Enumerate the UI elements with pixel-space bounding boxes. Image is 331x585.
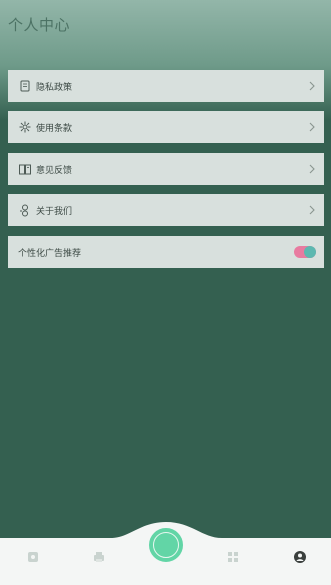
profile-icon[interactable]: [293, 550, 307, 564]
chevron-right-icon: [308, 164, 316, 174]
chevron-right-icon: [308, 122, 316, 132]
scan-button-ring: [153, 532, 179, 558]
bottom-tab-bar: [0, 518, 331, 585]
chevron-right-icon: [308, 81, 316, 91]
menu-item-feedback[interactable]: 意见反馈: [8, 153, 324, 185]
scan-button[interactable]: [149, 528, 183, 562]
chevron-right-icon: [308, 205, 316, 215]
toggle-knob: [304, 246, 316, 258]
menu-item-terms-of-use[interactable]: 使用条款: [8, 111, 324, 143]
personalized-ads-toggle[interactable]: [294, 246, 316, 258]
menu-item-privacy-policy[interactable]: 隐私政策: [8, 70, 324, 102]
menu-item-label: 使用条款: [36, 123, 73, 134]
menu-item-label: 意见反馈: [36, 165, 73, 176]
settings-icon: [18, 120, 32, 134]
menu-item-label: 隐私政策: [36, 82, 73, 93]
menu-item-about-us[interactable]: 关于我们: [8, 194, 324, 226]
page-title: 个人中心: [8, 16, 71, 34]
menu-item-personalized-ads: 个性化广告推荐: [8, 236, 324, 268]
menu-item-label: 个性化广告推荐: [18, 248, 82, 259]
grid-icon[interactable]: [226, 550, 240, 564]
book-icon: [18, 162, 32, 176]
menu-item-label: 关于我们: [36, 206, 73, 217]
home-icon[interactable]: [26, 550, 40, 564]
document-icon: [18, 79, 32, 93]
print-icon[interactable]: [92, 550, 106, 564]
person-icon: [18, 203, 32, 217]
